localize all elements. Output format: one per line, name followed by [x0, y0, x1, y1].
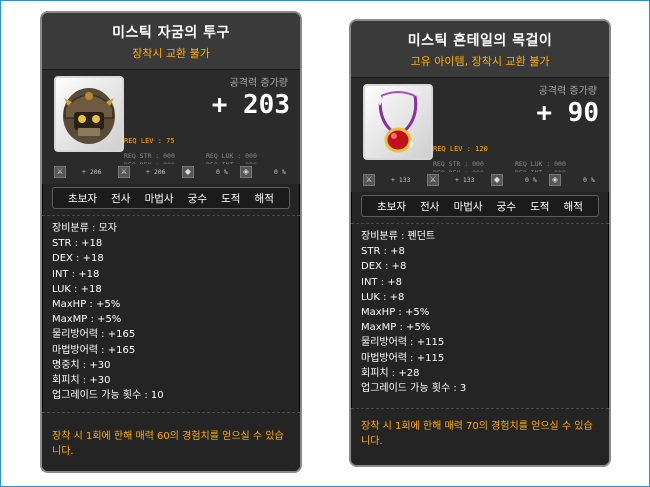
req-level: REQ LEV : 75 — [124, 137, 175, 145]
job-list: 초보자 전사 마법사 궁수 도적 해적 — [361, 195, 599, 217]
attr-mag-def: 마법방어력 : +115 — [361, 352, 445, 364]
attr-dex: DEX : +18 — [52, 253, 104, 265]
helmet-item-icon — [54, 76, 124, 152]
attr-luk: LUK : +18 — [52, 283, 102, 295]
attr-category: 장비분류 : 펜던트 — [361, 231, 436, 242]
req-luk: REQ LUK : 000 — [206, 152, 257, 160]
shield-icon: ◈ — [549, 174, 561, 186]
job-magician: 마법사 — [144, 192, 174, 205]
attr-upgrades: 업그레이드 가능 횟수 : 3 — [361, 383, 467, 395]
item-description: 장착 시 1회에 한해 매력 70의 경험치를 얻으실 수 있습니다. — [361, 421, 593, 447]
attr-accuracy: 명중치 : +30 — [52, 359, 111, 371]
item-description: 장착 시 1회에 한해 매력 60의 경험치를 얻으실 수 있습니다. — [52, 431, 284, 457]
job-magician: 마법사 — [453, 200, 483, 213]
stat-label: 공격력 증가량 — [538, 86, 597, 97]
attr-upgrades: 업그레이드 가능 횟수 : 10 — [52, 390, 164, 402]
item-name: 미스틱 자굼의 투구 — [112, 25, 230, 41]
attr-int: INT : +18 — [52, 268, 100, 280]
item-tooltip-helmet: 미스틱 자굼의 투구 장착시 교환 불가 공격력 증가량 + 203 REQ L… — [40, 11, 302, 473]
attack-icon: ⚔ — [118, 166, 130, 178]
attr-maxmp: MaxMP : +5% — [52, 314, 122, 326]
item-tradability: 장착시 교환 불가 — [132, 47, 210, 60]
attr-phys-def: 물리방어력 : +115 — [361, 337, 445, 349]
mod-value: 0 % — [583, 176, 595, 184]
attr-dex: DEX : +8 — [361, 261, 407, 273]
item-tradability: 고유 아이템, 장착시 교환 불가 — [410, 55, 550, 68]
attr-str: STR : +18 — [52, 238, 103, 250]
job-bowman: 궁수 — [187, 192, 207, 205]
attr-avoid: 회피치 : +28 — [361, 367, 420, 379]
req-str: REQ STR : 000 — [433, 160, 484, 168]
attr-phys-def: 물리방어력 : +165 — [52, 329, 136, 341]
job-list: 초보자 전사 마법사 궁수 도적 해적 — [52, 187, 290, 209]
attr-maxhp: MaxHP : +5% — [52, 299, 121, 311]
tooltip-header: 미스틱 혼테일의 목걸이 고유 아이템, 장착시 교환 불가 — [351, 21, 609, 78]
req-luk: REQ LUK : 000 — [515, 160, 566, 168]
stat-label: 공격력 증가량 — [229, 78, 288, 89]
item-tooltip-necklace: 미스틱 혼테일의 목걸이 고유 아이템, 장착시 교환 불가 공격력 증가량 +… — [349, 19, 611, 467]
job-pirate: 해적 — [254, 192, 274, 205]
req-str: REQ STR : 000 — [124, 152, 175, 160]
attr-avoid: 회피치 : +30 — [52, 375, 111, 387]
stats-panel: 공격력 증가량 + 203 REQ LEV : 75 REQ STR : 000… — [42, 70, 300, 169]
mod-value: + 133 — [455, 176, 475, 184]
shield-icon: ◈ — [240, 166, 252, 178]
mod-value: + 206 — [146, 168, 166, 176]
mods-row: ⚔ + 133 ⚔ + 133 ◆ 0 % ◈ 0 % — [351, 172, 609, 192]
mod-value: 0 % — [216, 168, 228, 176]
attack-icon: ⚔ — [427, 174, 439, 186]
attr-luk: LUK : +8 — [361, 291, 405, 303]
attribute-list: 장비분류 : 펜던트 STR : +8 DEX : +8 INT : +8 LU… — [351, 225, 609, 396]
job-beginner: 초보자 — [377, 200, 407, 213]
attr-str: STR : +8 — [361, 246, 405, 258]
attr-category: 장비분류 : 모자 — [52, 223, 117, 234]
attr-maxmp: MaxMP : +5% — [361, 322, 431, 334]
mod-value: 0 % — [525, 176, 537, 184]
stat-value: + 203 — [211, 90, 290, 120]
description-box: 장착 시 1회에 한해 매력 60의 경험치를 얻으실 수 있습니다. — [42, 412, 300, 471]
mod-value: + 206 — [82, 168, 102, 176]
item-name: 미스틱 혼테일의 목걸이 — [407, 33, 553, 49]
mod-value: + 133 — [391, 176, 411, 184]
defense-icon: ◆ — [182, 166, 194, 178]
stat-value: + 90 — [536, 98, 599, 128]
stats-panel: 공격력 증가량 + 90 REQ LEV : 120 REQ STR : 000… — [351, 78, 609, 177]
job-pirate: 해적 — [563, 200, 583, 213]
job-beginner: 초보자 — [68, 192, 98, 205]
req-level: REQ LEV : 120 — [433, 145, 488, 153]
tooltip-header: 미스틱 자굼의 투구 장착시 교환 불가 — [42, 13, 300, 70]
job-thief: 도적 — [221, 192, 241, 205]
attack-icon: ⚔ — [363, 174, 375, 186]
attack-icon: ⚔ — [54, 166, 66, 178]
attribute-list: 장비분류 : 모자 STR : +18 DEX : +18 INT : +18 … — [42, 217, 300, 403]
defense-icon: ◆ — [491, 174, 503, 186]
attr-mag-def: 마법방어력 : +165 — [52, 344, 136, 356]
attr-maxhp: MaxHP : +5% — [361, 307, 430, 319]
job-bowman: 궁수 — [496, 200, 516, 213]
mods-row: ⚔ + 206 ⚔ + 206 ◆ 0 % ◈ 0 % — [42, 164, 300, 184]
job-warrior: 전사 — [111, 192, 131, 205]
job-thief: 도적 — [530, 200, 550, 213]
job-warrior: 전사 — [420, 200, 440, 213]
attr-int: INT : +8 — [361, 276, 403, 288]
mod-value: 0 % — [274, 168, 286, 176]
necklace-item-icon — [363, 84, 433, 160]
description-box: 장착 시 1회에 한해 매력 70의 경험치를 얻으실 수 있습니다. — [351, 408, 609, 465]
